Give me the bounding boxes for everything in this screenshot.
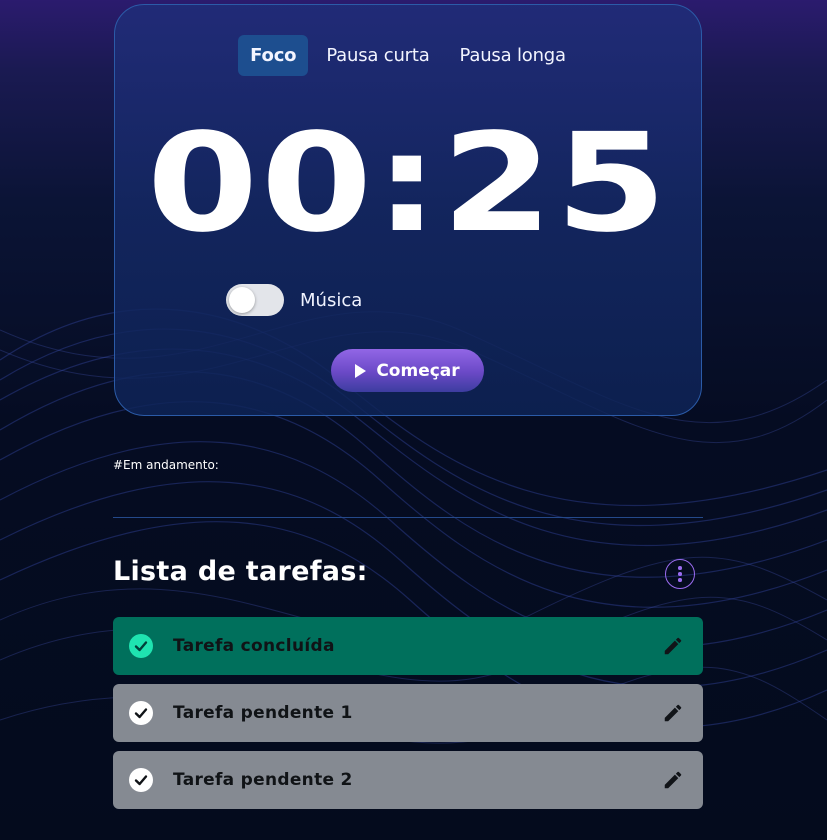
more-vertical-icon-dot [678,578,682,582]
pencil-icon[interactable] [662,635,684,657]
task-item-pending-1[interactable]: Tarefa pendente 1 [113,684,703,742]
task-check-button[interactable] [129,634,153,658]
tab-short-break[interactable]: Pausa curta [314,35,441,76]
music-row: Música [226,284,362,316]
start-button-label: Começar [376,360,460,381]
task-label: Tarefa pendente 1 [173,703,353,723]
task-list-title: Lista de tarefas: [113,556,368,587]
toggle-knob [229,287,255,313]
task-label: Tarefa pendente 2 [173,770,353,790]
music-toggle[interactable] [226,284,284,316]
check-icon [134,708,148,719]
play-icon [355,363,367,378]
more-vertical-icon-dot [678,572,682,576]
timer-display: 00:25 [146,105,670,263]
music-label: Música [300,289,363,311]
task-item-pending-2[interactable]: Tarefa pendente 2 [113,751,703,809]
mode-tabs: Foco Pausa curta Pausa longa [115,35,701,76]
divider [113,517,703,518]
task-check-button[interactable] [129,701,153,725]
task-menu-button[interactable] [665,559,695,589]
more-vertical-icon [678,566,682,570]
start-button[interactable]: Começar [331,349,484,392]
pencil-icon[interactable] [662,702,684,724]
task-label: Tarefa concluída [173,636,335,656]
check-icon [134,775,148,786]
tab-long-break[interactable]: Pausa longa [448,35,578,76]
in-progress-label: #Em andamento: [113,458,219,472]
task-item-done[interactable]: Tarefa concluída [113,617,703,675]
pencil-icon[interactable] [662,769,684,791]
task-check-button[interactable] [129,768,153,792]
tab-focus[interactable]: Foco [238,35,309,76]
check-icon [134,641,148,652]
